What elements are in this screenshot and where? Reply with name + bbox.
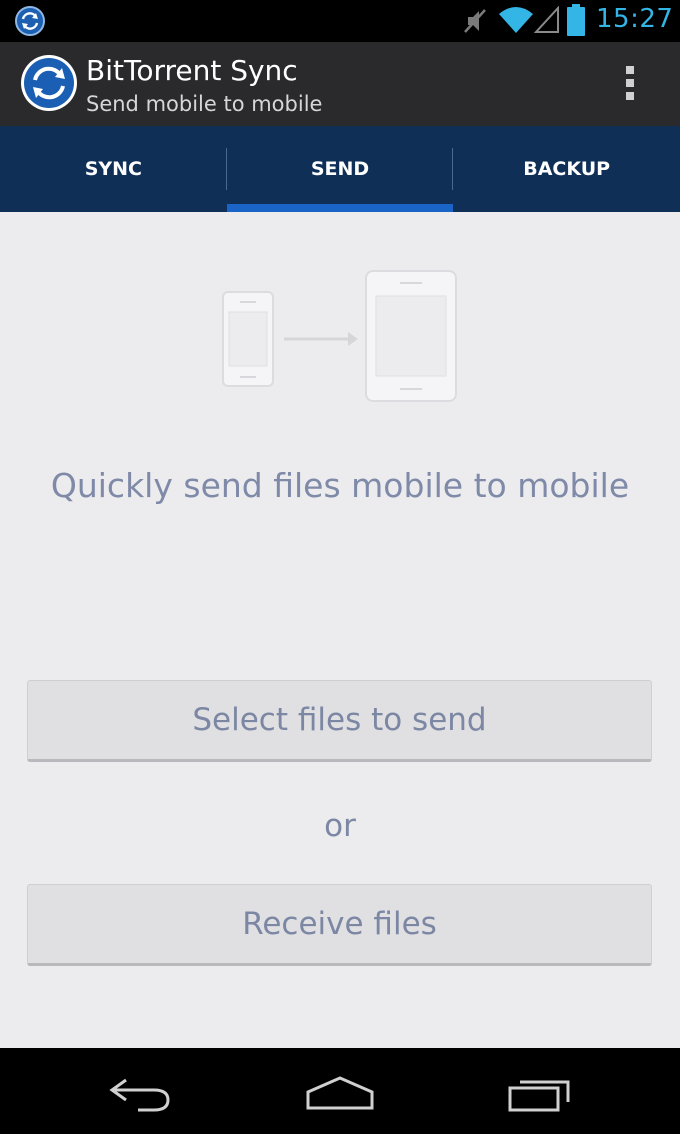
recent-apps-icon[interactable] (506, 1074, 574, 1114)
status-bar: 15:27 (0, 0, 680, 42)
status-clock: 15:27 (596, 4, 674, 34)
action-bar: BitTorrent Sync Send mobile to mobile (0, 42, 680, 126)
tab-bar: SYNC SEND BACKUP (0, 126, 680, 212)
tab-label: BACKUP (523, 158, 611, 180)
tab-label: SYNC (84, 158, 142, 180)
active-tab-indicator (226, 204, 454, 212)
bittorrent-sync-logo-icon[interactable] (20, 54, 78, 112)
signal-icon (534, 6, 559, 33)
app-title: BitTorrent Sync (86, 54, 298, 87)
select-files-button[interactable]: Select files to send (27, 680, 652, 762)
app-subtitle: Send mobile to mobile (86, 92, 323, 116)
wifi-icon (499, 7, 533, 33)
phone-to-tablet-icon (222, 270, 457, 402)
tab-send[interactable]: SEND (226, 126, 454, 212)
battery-icon (567, 4, 585, 36)
receive-files-button[interactable]: Receive files (27, 884, 652, 966)
or-separator: or (324, 808, 356, 844)
overflow-menu-icon[interactable] (618, 64, 642, 104)
navigation-bar (0, 1048, 680, 1134)
tab-backup[interactable]: BACKUP (453, 126, 680, 212)
send-content: Quickly send files mobile to mobile Sele… (0, 212, 680, 1048)
home-icon[interactable] (304, 1074, 376, 1114)
tab-label: SEND (310, 158, 370, 180)
tab-sync[interactable]: SYNC (0, 126, 227, 212)
sync-notification-icon (15, 6, 45, 36)
send-tagline: Quickly send files mobile to mobile (50, 466, 630, 505)
mute-icon (464, 9, 486, 33)
back-icon[interactable] (108, 1074, 172, 1114)
